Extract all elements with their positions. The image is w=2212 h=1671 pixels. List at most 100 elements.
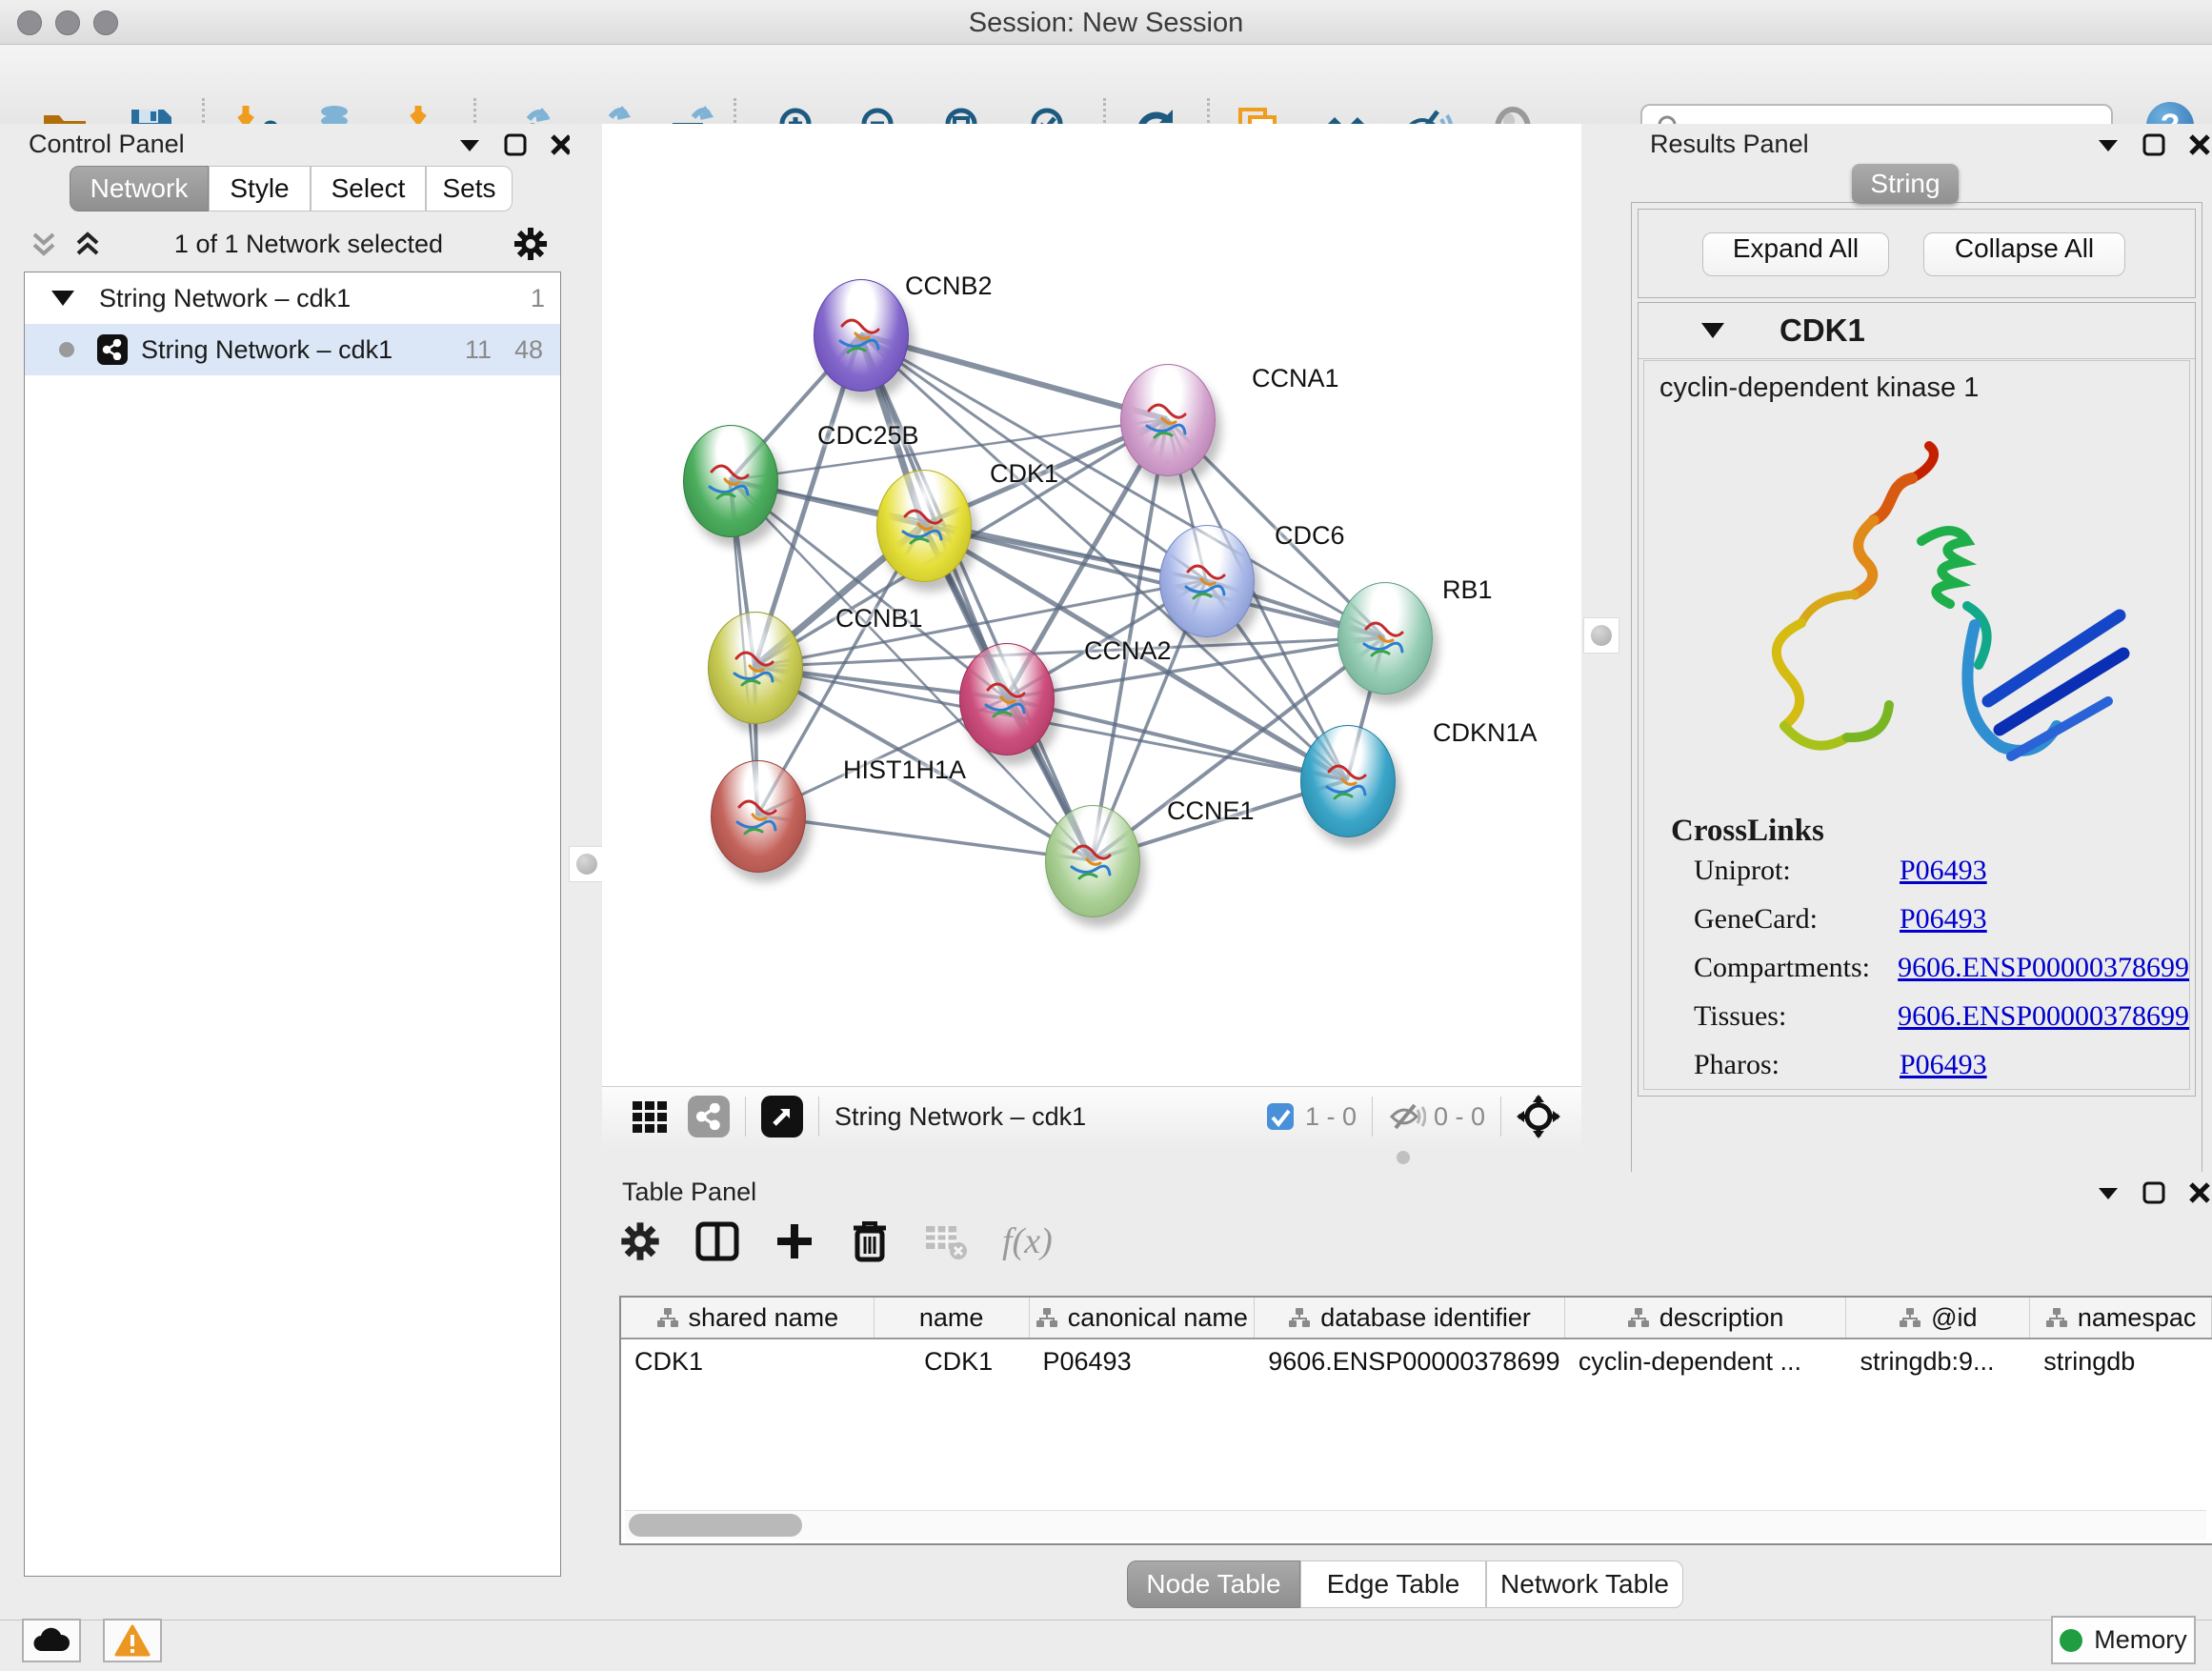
network-node-cdk1[interactable] [876,470,972,582]
network-collection-row[interactable]: String Network – cdk1 1 [25,272,560,324]
application-window: Session: New Session [0,0,2212,1671]
delete-table-icon[interactable] [924,1222,968,1260]
column-header-namespac[interactable]: namespac [2030,1298,2212,1338]
table-cell[interactable]: P06493 [1030,1341,1256,1381]
tree-column-icon [1036,1307,1058,1328]
network-row[interactable]: String Network – cdk1 11 48 [25,324,560,375]
expand-all-networks-icon[interactable] [70,227,105,261]
tab-network[interactable]: Network [70,166,209,211]
horizontal-scrollbar[interactable] [625,1510,2206,1540]
network-tree: String Network – cdk1 1 String Network –… [24,272,561,1577]
status-bar: Memory [0,1620,2212,1671]
cloud-button[interactable] [22,1619,81,1662]
protein-description: cyclin-dependent kinase 1 [1644,361,2189,404]
hidden-counts: 0 - 0 [1434,1102,1485,1132]
panel-float-icon[interactable] [2096,1180,2121,1205]
crosslink-row: Pharos: P06493 [1694,1049,2189,1081]
results-panel-title: Results Panel [1650,130,1809,159]
add-column-icon[interactable] [774,1220,815,1262]
table-cell[interactable]: 9606.ENSP00000378699 [1255,1341,1565,1381]
network-node-cdc25b[interactable] [683,425,778,537]
collapse-all-networks-icon[interactable] [27,227,61,261]
collapse-triangle-icon[interactable] [51,291,74,306]
table-cell[interactable]: stringdb:9... [1846,1341,2030,1381]
collapse-section-icon[interactable] [1701,323,1724,338]
crosslink-row: GeneCard: P06493 [1694,903,2189,936]
memory-status-dot [2060,1629,2082,1652]
collapse-all-button[interactable]: Collapse All [1923,232,2125,276]
uniprot-link[interactable]: P06493 [1900,855,1987,887]
network-share-view-icon[interactable] [688,1096,730,1137]
network-node-ccna1[interactable] [1120,364,1216,476]
table-cell[interactable]: CDK1 [875,1341,1030,1381]
table-cell[interactable]: cyclin-dependent ... [1565,1341,1847,1381]
birds-eye-view-icon[interactable] [761,1096,803,1137]
table-cell[interactable]: CDK1 [621,1341,875,1381]
horizontal-scrollbar-thumb[interactable] [629,1514,802,1537]
genecard-link[interactable]: P06493 [1900,903,1987,936]
selected-checkbox-icon[interactable] [1265,1101,1296,1132]
pharos-link[interactable]: P06493 [1900,1049,1987,1081]
tab-sets[interactable]: Sets [426,166,513,211]
node-label-cdkn1a: CDKN1A [1433,718,1538,748]
network-node-ccna2[interactable] [959,643,1055,755]
network-node-ccnb2[interactable] [814,279,909,392]
fit-position-icon[interactable] [1517,1095,1560,1138]
column-header-description[interactable]: description [1565,1298,1847,1338]
tab-node-table[interactable]: Node Table [1127,1560,1300,1608]
table-options-gear-icon[interactable] [619,1220,661,1262]
right-splitter-handle[interactable] [1583,617,1619,654]
column-header-canonical-name[interactable]: canonical name [1030,1298,1256,1338]
column-header-shared-name[interactable]: shared name [621,1298,875,1338]
tree-column-icon [1627,1307,1650,1328]
panel-float-icon[interactable] [2096,132,2121,157]
protein-details: cyclin-dependent kinase 1 [1643,360,2190,1090]
network-node-rb1[interactable] [1337,582,1433,695]
expand-collapse-bar: Expand All Collapse All [1638,209,2196,298]
delete-column-icon[interactable] [850,1219,890,1263]
crosslinks-heading: CrossLinks [1671,814,2189,849]
panel-maximize-icon[interactable] [2142,132,2166,157]
node-label-ccna1: CCNA1 [1252,364,1339,393]
tissues-link[interactable]: 9606.ENSP00000378699 [1898,1000,2189,1033]
function-builder-icon[interactable]: f(x) [1002,1220,1053,1262]
left-splitter-handle[interactable] [569,846,605,882]
warnings-button[interactable] [103,1619,162,1662]
column-header-database-identifier[interactable]: database identifier [1255,1298,1565,1338]
panel-close-icon[interactable] [2187,132,2212,157]
network-node-cdkn1a[interactable] [1300,725,1396,837]
network-view-toolbar: String Network – cdk1 1 - 0 0 - 0 [602,1086,1581,1146]
panel-close-icon[interactable] [2187,1180,2212,1205]
tab-select[interactable]: Select [311,166,426,211]
network-canvas[interactable]: CCNB2CCNA1CDC25BCDK1CDC6RB1CCNB1CCNA2CDK… [602,124,1581,1086]
network-node-cdc6[interactable] [1159,525,1255,637]
table-cell[interactable]: stringdb [2030,1341,2212,1381]
tab-style[interactable]: Style [209,166,311,211]
table-panel-title: Table Panel [622,1178,756,1207]
table-row[interactable]: CDK1CDK1P064939606.ENSP00000378699cyclin… [621,1341,2212,1381]
tab-network-table[interactable]: Network Table [1486,1560,1683,1608]
grid-view-icon[interactable] [631,1097,669,1136]
panel-maximize-icon[interactable] [2142,1180,2166,1205]
tab-edge-table[interactable]: Edge Table [1300,1560,1486,1608]
network-share-icon [97,334,128,365]
expand-all-button[interactable]: Expand All [1702,232,1889,276]
compartments-link[interactable]: 9606.ENSP00000378699 [1898,952,2189,984]
tree-column-icon [656,1307,679,1328]
show-columns-icon[interactable] [695,1220,739,1262]
panel-float-icon[interactable] [457,132,482,157]
column-header-name[interactable]: name [875,1298,1030,1338]
panel-maximize-icon[interactable] [503,132,528,157]
hidden-eye-icon[interactable] [1388,1099,1426,1134]
horizontal-splitter-handle[interactable] [1393,1151,1414,1164]
network-node-count: 11 [465,335,492,365]
network-row-label: String Network – cdk1 [141,335,392,365]
tab-string[interactable]: String [1852,164,1959,204]
memory-button[interactable]: Memory [2051,1616,2196,1664]
network-options-gear-icon[interactable] [513,226,549,262]
protein-name: CDK1 [1780,312,1865,349]
network-node-hist1h1a[interactable] [711,760,806,873]
column-header--id[interactable]: @id [1846,1298,2030,1338]
network-node-ccnb1[interactable] [708,612,803,724]
network-node-ccne1[interactable] [1045,805,1140,917]
